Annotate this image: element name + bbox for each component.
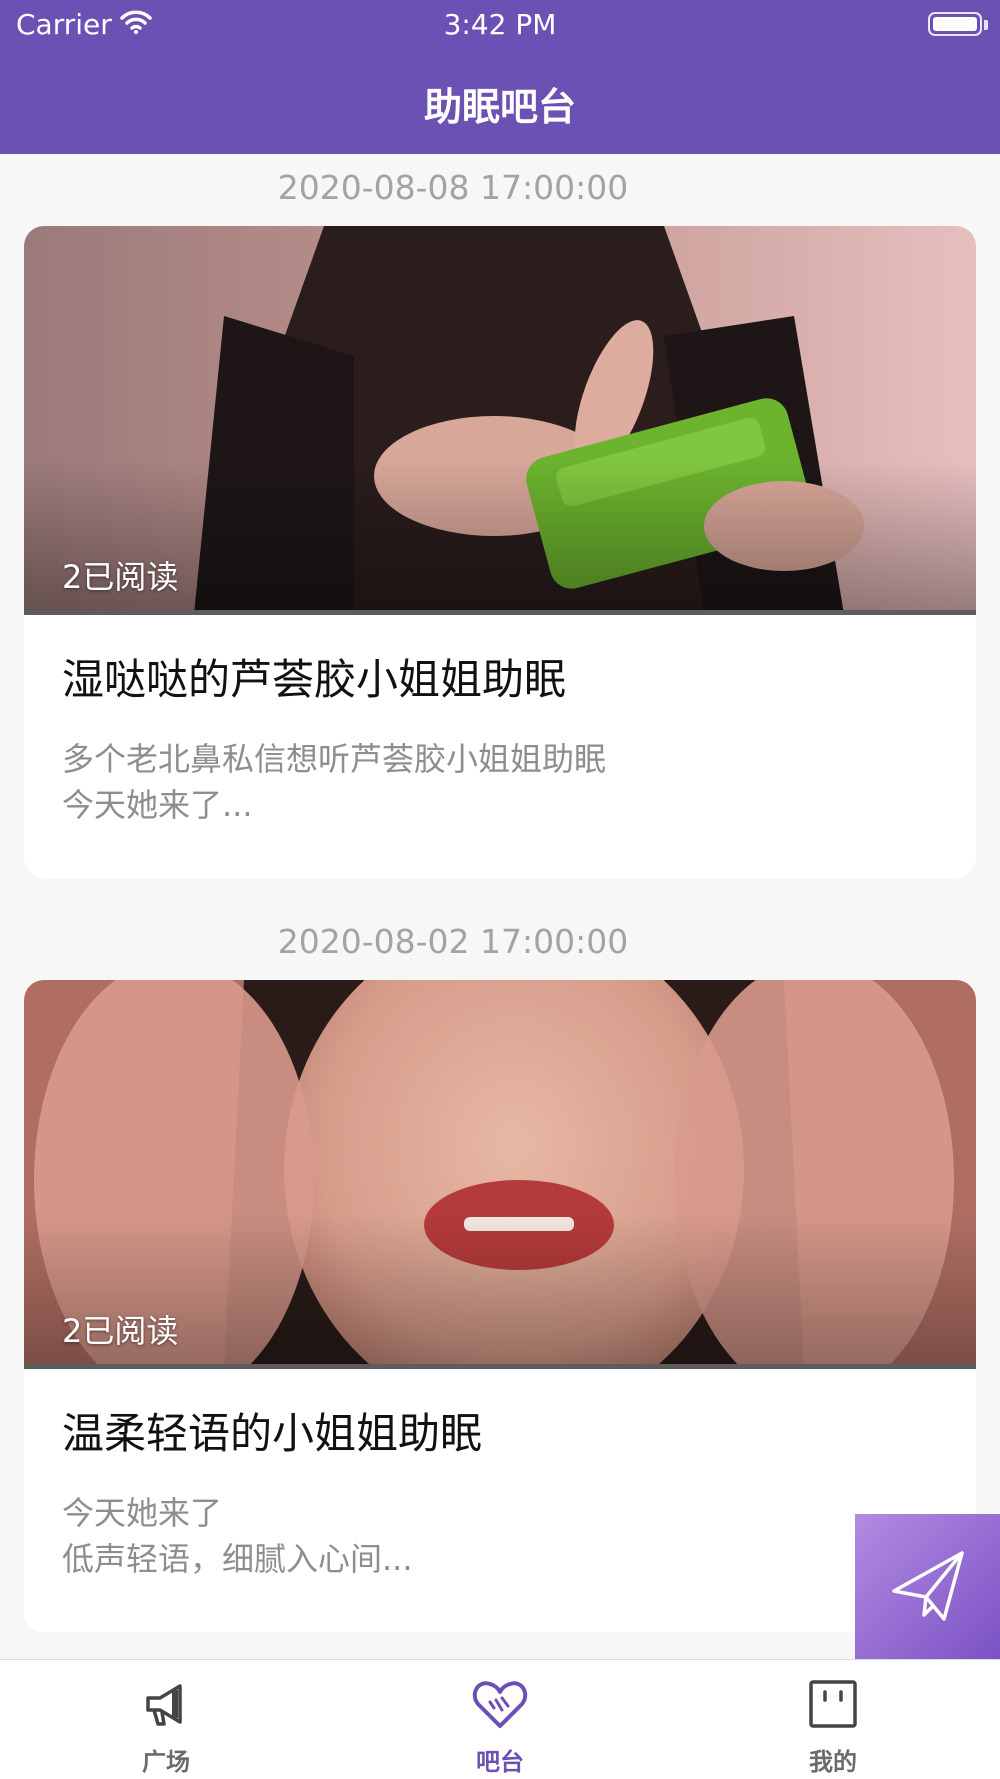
page-title: 助眠吧台 — [423, 85, 576, 129]
thumbnail-divider — [24, 610, 976, 615]
post-date: 2020-08-08 17:00:00 — [277, 168, 629, 207]
post-description: 多个老北鼻私信想听芦荟胶小姐姐助眠 今天她来了... — [62, 740, 607, 824]
app-header: Carrier 3:42 PM 助眠吧台 — [0, 0, 1000, 154]
tab-mine[interactable]: 我的 — [733, 1660, 933, 1779]
tab-label: 吧台 — [476, 1748, 524, 1776]
tab-bar: 广场 吧台 我的 — [0, 1659, 1000, 1779]
battery-icon — [928, 12, 982, 36]
tab-label: 广场 — [142, 1748, 190, 1776]
profile-box-icon — [807, 1678, 859, 1734]
post-description: 今天她来了 低声轻语，细腻入心间... — [62, 1494, 413, 1578]
status-time: 3:42 PM — [443, 8, 557, 41]
megaphone-icon — [140, 1678, 192, 1734]
heart-icon — [472, 1678, 528, 1734]
paper-plane-icon — [888, 1545, 968, 1629]
tab-square[interactable]: 广场 — [66, 1660, 266, 1779]
status-bar: Carrier 3:42 PM — [0, 0, 1000, 50]
compose-button[interactable] — [855, 1514, 1000, 1660]
post-date: 2020-08-02 17:00:00 — [277, 922, 629, 961]
post-title: 温柔轻语的小姐姐助眠 — [62, 1409, 483, 1458]
post-card[interactable]: 2已阅读 湿哒哒的芦荟胶小姐姐助眠 多个老北鼻私信想听芦荟胶小姐姐助眠 今天她来… — [24, 226, 976, 878]
read-count: 2已阅读 — [62, 558, 179, 596]
tab-bar-counter[interactable]: 吧台 — [400, 1660, 600, 1779]
read-count: 2已阅读 — [62, 1312, 179, 1350]
battery-tip — [984, 20, 988, 30]
post-card[interactable]: 2已阅读 温柔轻语的小姐姐助眠 今天她来了 低声轻语，细腻入心间... — [24, 980, 976, 1632]
tab-label: 我的 — [809, 1748, 857, 1776]
thumbnail-divider — [24, 1364, 976, 1369]
post-title: 湿哒哒的芦荟胶小姐姐助眠 — [62, 655, 567, 704]
